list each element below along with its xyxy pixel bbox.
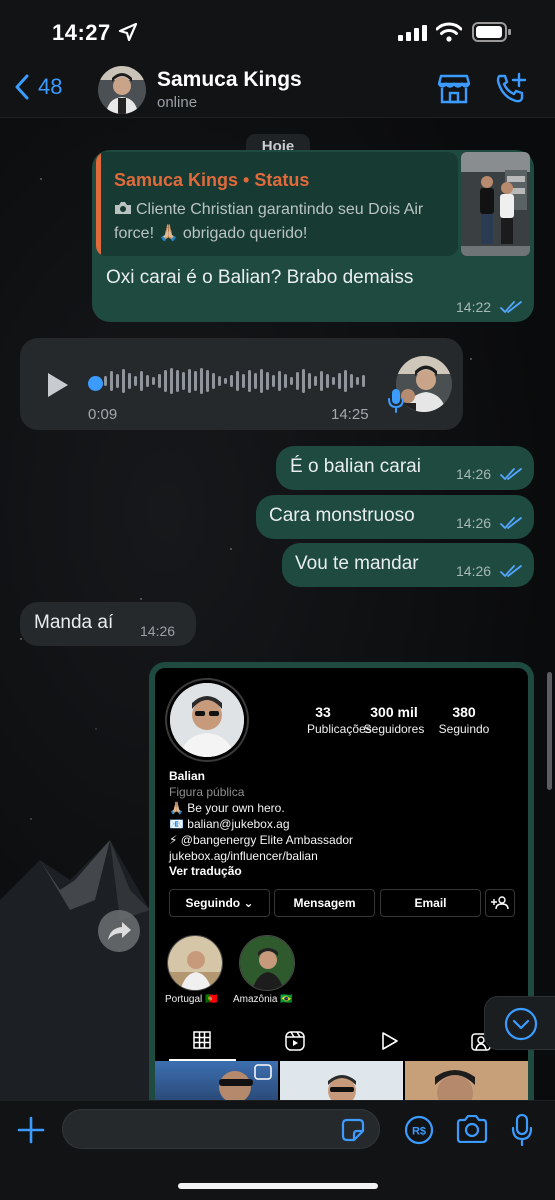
profile-posts-grid [155,1061,528,1100]
catalog-store-icon[interactable] [438,74,470,104]
svg-text:R$: R$ [412,1126,426,1138]
message-text: Manda aí [34,612,114,633]
cellular-signal-icon [398,25,427,41]
stat-posts[interactable]: 33 Publicações [307,704,372,736]
message-text: Oxi carai é o Balian? Brabo demaiss [106,267,414,288]
profile-tabs [155,1021,528,1061]
stat-following[interactable]: 380 Seguindo [431,704,497,736]
quote-text: Cliente Christian garantindo seu Dois Ai… [114,201,424,242]
quote-author: Samuca Kings • Status [114,170,310,190]
bio-line: 📧 balian@jukebox.ag [169,817,290,831]
person-photo [170,683,244,757]
video-play-icon [382,1032,398,1050]
payment-icon[interactable]: R$ [404,1115,434,1145]
status-photo [461,152,530,256]
following-button: Seguindo ⌄ [169,889,270,917]
audio-waveform[interactable] [102,366,372,396]
sticker-icon[interactable] [340,1117,366,1143]
play-icon[interactable] [46,372,70,398]
read-receipt-icon [500,468,522,480]
battery-icon [472,22,511,42]
wifi-icon [436,22,462,42]
contact-status: online [157,94,198,111]
message-text: É o balian carai [290,456,421,477]
message-time: 14:26 [456,466,492,482]
unread-count: 48 [38,74,63,99]
see-translation: Ver tradução [169,864,242,878]
audio-scrubber-handle[interactable] [88,376,103,391]
message-composer: R$ [0,1100,555,1200]
person-photo [98,66,146,114]
suggested-users-button [485,889,515,917]
highlight-photo [168,936,222,990]
reels-icon [285,1031,305,1051]
add-call-icon[interactable] [494,72,528,106]
forward-icon [108,922,131,940]
chat-header: 48 Samuca Kings online [0,62,555,118]
highlight-amazonia [239,935,295,991]
status-thumbnail[interactable] [461,152,530,256]
profile-category: Figura pública [169,785,245,799]
message-text: Cara monstruoso [269,505,415,526]
bio-link: jukebox.ag/influencer/balian [169,849,318,863]
bio-line: ⚡ @bangenergy Elite Ambassador [169,833,354,847]
message-button: Mensagem [274,889,375,917]
highlight-photo [240,936,294,990]
clock: 14:27 [52,20,111,45]
post-photo [219,1064,272,1100]
highlight-label: Portugal 🇵🇹 [165,994,218,1005]
message-time: 14:26 [456,515,492,531]
chat-scrollbar[interactable] [547,672,552,790]
message-time: 14:26 [456,563,492,579]
contact-name[interactable]: Samuca Kings [157,68,302,92]
post-thumbnail [280,1061,403,1100]
highlight-label: Amazônia 🇧🇷 [233,994,293,1005]
profile-avatar [170,683,244,757]
chevron-down-circle-icon [504,1007,538,1041]
scroll-to-bottom-button[interactable] [484,996,555,1050]
grid-icon [193,1031,211,1049]
instagram-profile-screenshot[interactable]: 33 Publicações 300 mil Seguidores 380 Se… [155,668,528,1100]
highlight-portugal [167,935,223,991]
location-arrow-icon [118,22,138,42]
message-time: 14:22 [456,299,492,315]
forward-button[interactable] [98,910,140,952]
read-receipt-icon [500,565,522,577]
microphone-icon[interactable] [510,1113,534,1147]
email-button: Email [380,889,481,917]
post-thumbnail [155,1061,278,1100]
read-receipt-icon [500,517,522,529]
profile-name: Balian [169,769,206,783]
contact-avatar[interactable] [98,66,146,114]
post-photo [328,1075,356,1100]
camera-icon [115,202,131,214]
plus-icon[interactable] [16,1115,46,1145]
microphone-icon [388,389,404,413]
message-input[interactable] [62,1109,380,1149]
chevron-left-icon [15,74,29,100]
audio-duration: 0:09 [88,406,118,423]
message-time: 14:26 [140,623,176,639]
camera-icon[interactable] [456,1115,488,1143]
post-photo [435,1070,475,1100]
post-thumbnail [405,1061,528,1100]
message-text: Vou te mandar [295,553,419,574]
home-indicator [178,1183,378,1189]
status-bar: 14:27 [0,0,555,62]
read-receipt-icon [500,301,522,313]
add-person-icon [491,896,509,910]
bio-line: 🙏🏼 Be your own hero. [169,801,285,815]
back-button[interactable]: 48 [14,74,62,100]
stat-followers[interactable]: 300 mil Seguidores [359,704,429,736]
quoted-status[interactable]: Samuca Kings • Status Cliente Christian … [96,152,458,256]
message-time: 14:25 [331,406,369,423]
quote-accent-bar [96,152,101,256]
